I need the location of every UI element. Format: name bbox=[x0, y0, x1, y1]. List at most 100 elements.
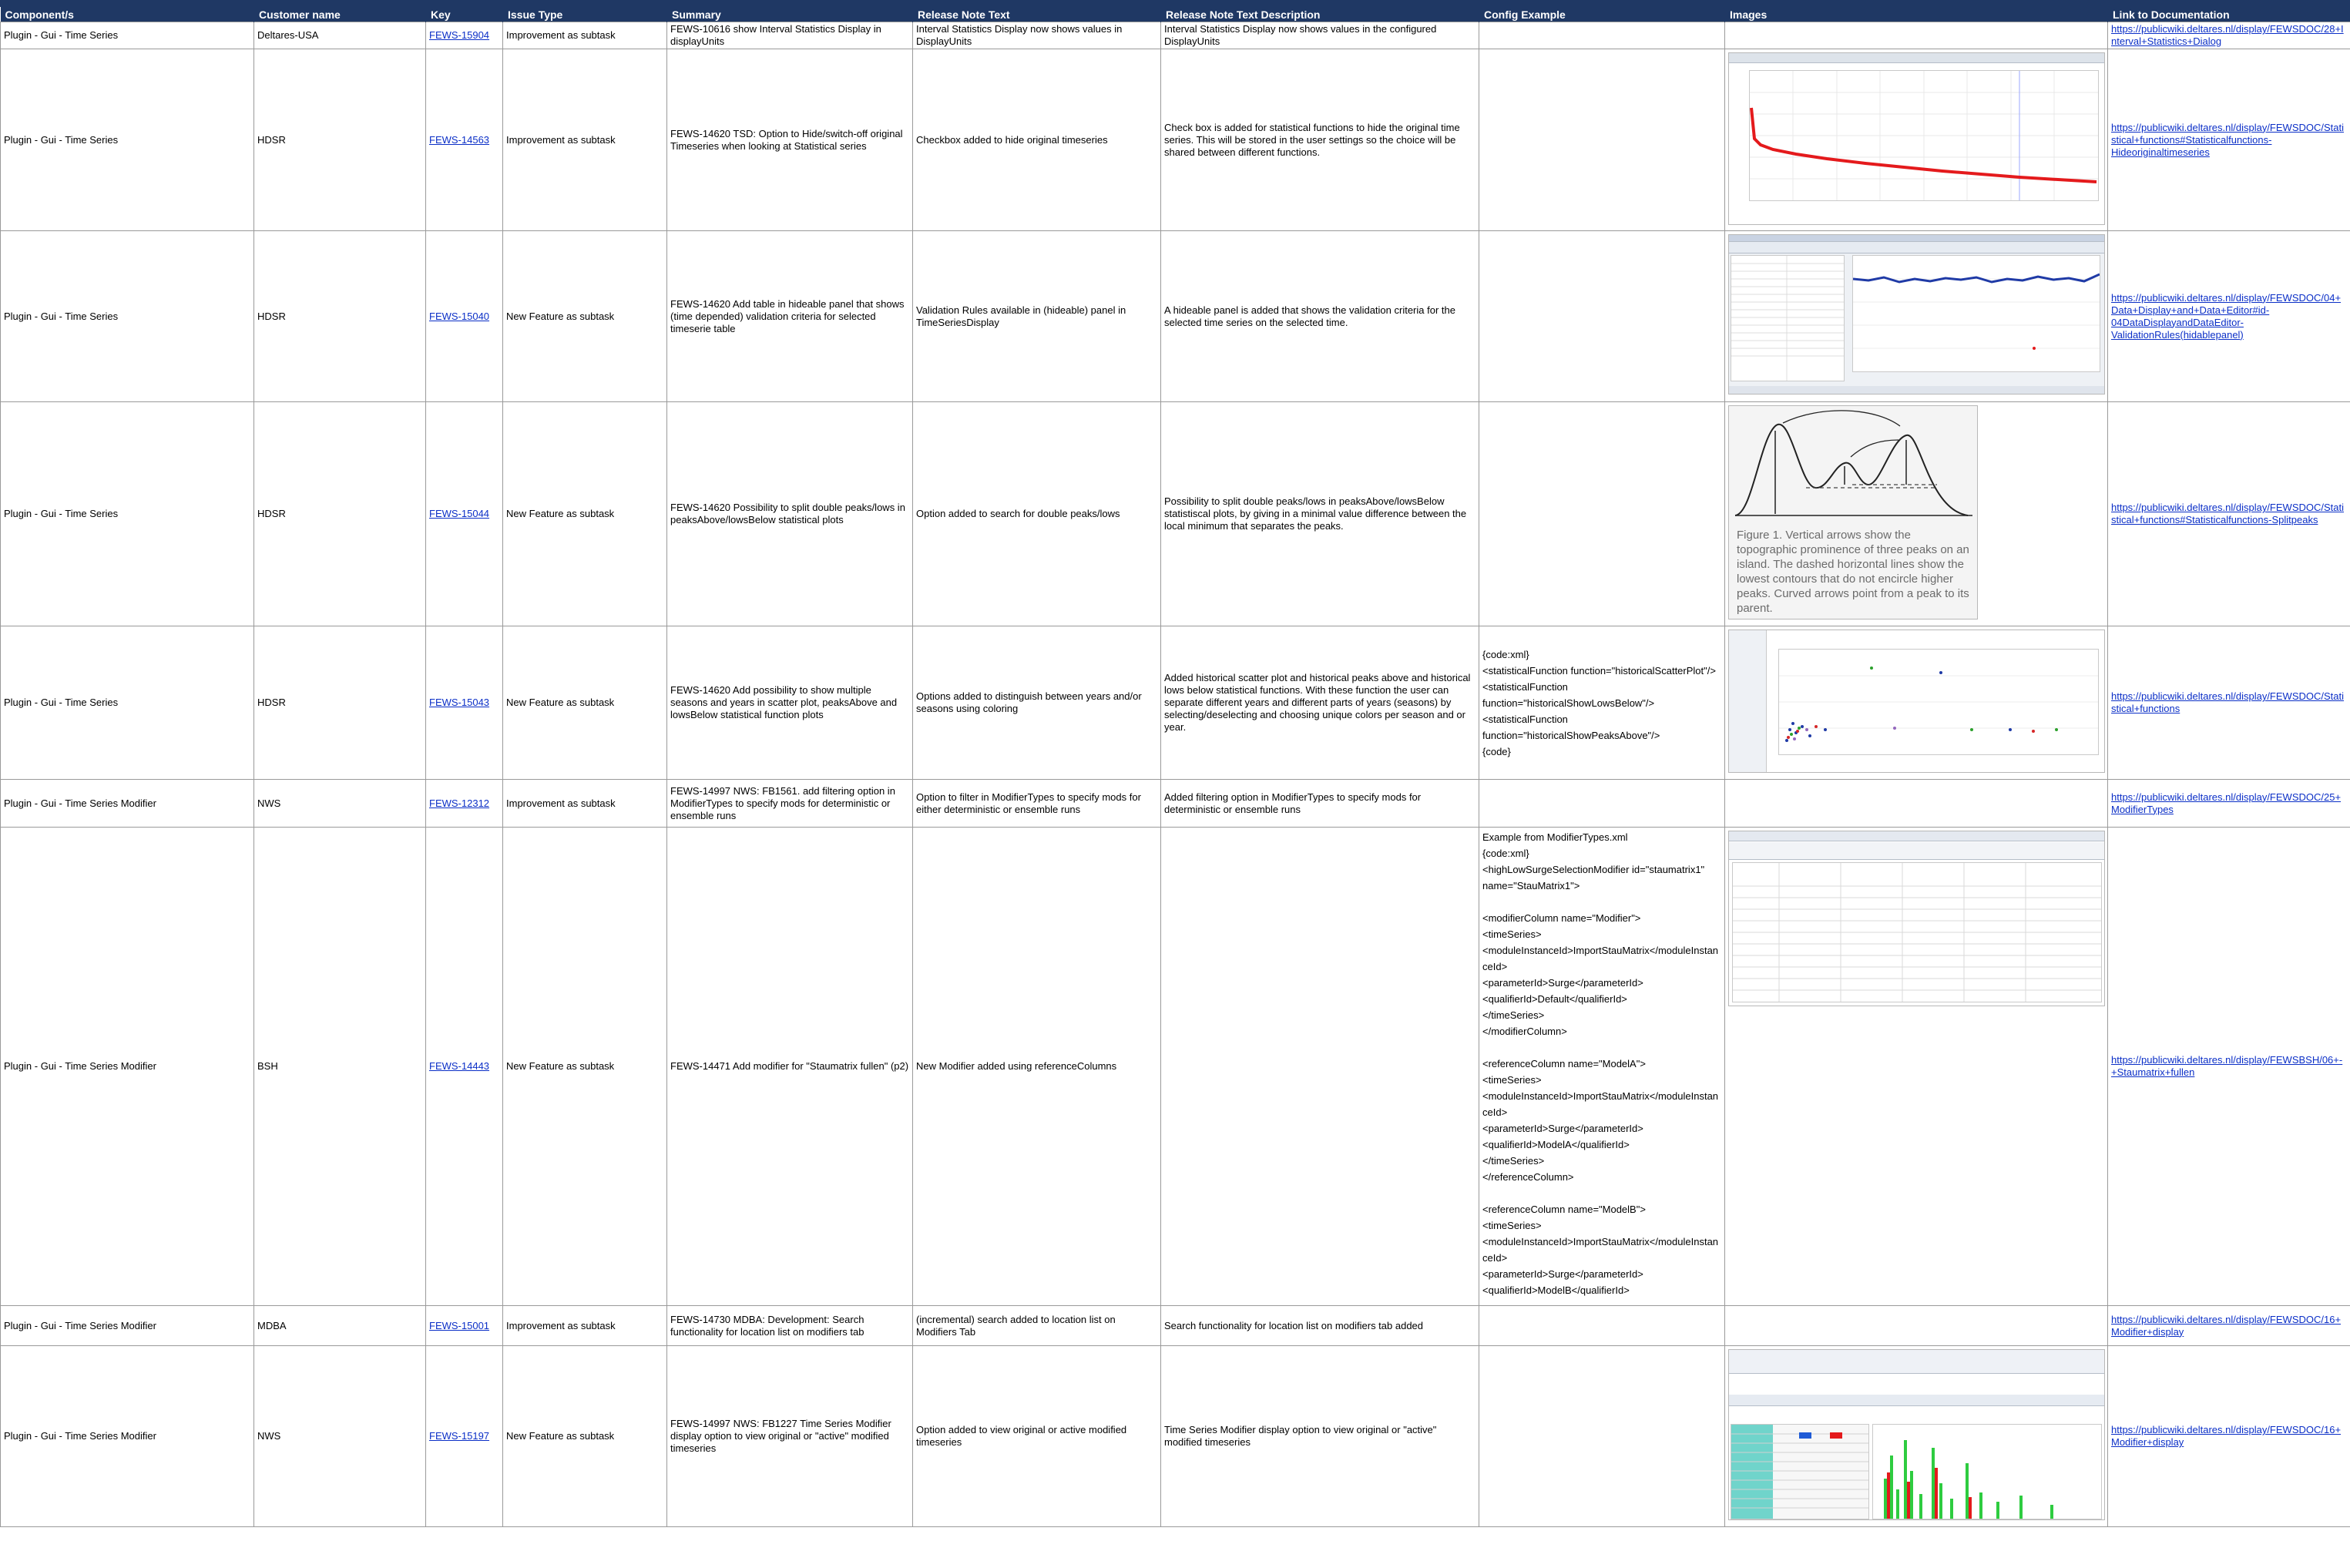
issue-key-link[interactable]: FEWS-15904 bbox=[429, 29, 489, 41]
cell-issue-type[interactable]: Improvement as subtask bbox=[502, 49, 667, 231]
cell-component[interactable]: Plugin - Gui - Time Series Modifier bbox=[0, 779, 254, 828]
cell-customer[interactable]: HDSR bbox=[253, 230, 426, 402]
cell-config[interactable] bbox=[1479, 1345, 1725, 1527]
documentation-link[interactable]: https://publicwiki.deltares.nl/display/F… bbox=[2111, 122, 2344, 158]
cell-summary[interactable]: FEWS-14620 Add table in hideable panel t… bbox=[666, 230, 913, 402]
cell-key[interactable]: FEWS-12312 bbox=[425, 779, 503, 828]
cell-key[interactable]: FEWS-15904 bbox=[425, 22, 503, 49]
cell-images[interactable] bbox=[1724, 230, 2108, 402]
cell-images[interactable] bbox=[1724, 827, 2108, 1306]
cell-link[interactable]: https://publicwiki.deltares.nl/display/F… bbox=[2107, 827, 2350, 1306]
cell-summary[interactable]: FEWS-14730 MDBA: Development: Search fun… bbox=[666, 1305, 913, 1346]
cell-summary[interactable]: FEWS-14997 NWS: FB1561. add filtering op… bbox=[666, 779, 913, 828]
header-issue-type[interactable]: Issue Type bbox=[502, 7, 667, 22]
cell-release-desc[interactable]: Check box is added for statistical funct… bbox=[1160, 49, 1479, 231]
cell-link[interactable]: https://publicwiki.deltares.nl/display/F… bbox=[2107, 49, 2350, 231]
cell-customer[interactable]: NWS bbox=[253, 779, 426, 828]
cell-release-note[interactable]: Validation Rules available in (hideable)… bbox=[912, 230, 1161, 402]
cell-customer[interactable]: HDSR bbox=[253, 626, 426, 780]
header-config[interactable]: Config Example bbox=[1479, 7, 1725, 22]
cell-link[interactable]: https://publicwiki.deltares.nl/display/F… bbox=[2107, 401, 2350, 626]
issue-key-link[interactable]: FEWS-12312 bbox=[429, 797, 489, 809]
cell-config[interactable] bbox=[1479, 49, 1725, 231]
documentation-link[interactable]: https://publicwiki.deltares.nl/display/F… bbox=[2111, 1314, 2341, 1338]
cell-release-note[interactable]: Option added to search for double peaks/… bbox=[912, 401, 1161, 626]
cell-images[interactable] bbox=[1724, 22, 2108, 49]
documentation-link[interactable]: https://publicwiki.deltares.nl/display/F… bbox=[2111, 791, 2341, 815]
cell-customer[interactable]: MDBA bbox=[253, 1305, 426, 1346]
cell-images[interactable]: Figure 1. Vertical arrows show the topog… bbox=[1724, 401, 2108, 626]
cell-summary[interactable]: FEWS-14620 Add possibility to show multi… bbox=[666, 626, 913, 780]
cell-config[interactable] bbox=[1479, 1305, 1725, 1346]
documentation-link[interactable]: https://publicwiki.deltares.nl/display/F… bbox=[2111, 690, 2344, 714]
cell-release-note[interactable]: Option added to view original or active … bbox=[912, 1345, 1161, 1527]
cell-key[interactable]: FEWS-15043 bbox=[425, 626, 503, 780]
cell-customer[interactable]: Deltares-USA bbox=[253, 22, 426, 49]
cell-component[interactable]: Plugin - Gui - Time Series Modifier bbox=[0, 827, 254, 1306]
issue-key-link[interactable]: FEWS-15001 bbox=[429, 1320, 489, 1331]
issue-key-link[interactable]: FEWS-15197 bbox=[429, 1430, 489, 1442]
cell-release-desc[interactable]: Possibility to split double peaks/lows i… bbox=[1160, 401, 1479, 626]
cell-key[interactable]: FEWS-15001 bbox=[425, 1305, 503, 1346]
cell-issue-type[interactable]: New Feature as subtask bbox=[502, 401, 667, 626]
cell-component[interactable]: Plugin - Gui - Time Series Modifier bbox=[0, 1345, 254, 1527]
documentation-link[interactable]: https://publicwiki.deltares.nl/display/F… bbox=[2111, 1054, 2342, 1078]
cell-config[interactable] bbox=[1479, 401, 1725, 626]
documentation-link[interactable]: https://publicwiki.deltares.nl/display/F… bbox=[2111, 1424, 2341, 1448]
cell-customer[interactable]: NWS bbox=[253, 1345, 426, 1527]
cell-release-desc[interactable] bbox=[1160, 827, 1479, 1306]
cell-component[interactable]: Plugin - Gui - Time Series bbox=[0, 22, 254, 49]
cell-customer[interactable]: HDSR bbox=[253, 49, 426, 231]
cell-issue-type[interactable]: New Feature as subtask bbox=[502, 626, 667, 780]
cell-link[interactable]: https://publicwiki.deltares.nl/display/F… bbox=[2107, 1305, 2350, 1346]
cell-config[interactable]: {code:xml} <statisticalFunction function… bbox=[1479, 626, 1725, 780]
cell-config[interactable]: Example from ModifierTypes.xml {code:xml… bbox=[1479, 827, 1725, 1306]
cell-release-desc[interactable]: Time Series Modifier display option to v… bbox=[1160, 1345, 1479, 1527]
cell-key[interactable]: FEWS-14563 bbox=[425, 49, 503, 231]
header-release-note[interactable]: Release Note Text bbox=[912, 7, 1161, 22]
header-component[interactable]: Component/s bbox=[0, 7, 254, 22]
cell-release-note[interactable]: Option to filter in ModifierTypes to spe… bbox=[912, 779, 1161, 828]
header-images[interactable]: Images bbox=[1724, 7, 2108, 22]
cell-images[interactable] bbox=[1724, 626, 2108, 780]
cell-release-desc[interactable]: Added filtering option in ModifierTypes … bbox=[1160, 779, 1479, 828]
cell-key[interactable]: FEWS-14443 bbox=[425, 827, 503, 1306]
documentation-link[interactable]: https://publicwiki.deltares.nl/display/F… bbox=[2111, 292, 2341, 341]
cell-release-desc[interactable]: Search functionality for location list o… bbox=[1160, 1305, 1479, 1346]
header-customer[interactable]: Customer name bbox=[253, 7, 426, 22]
cell-config[interactable] bbox=[1479, 230, 1725, 402]
cell-release-note[interactable]: Checkbox added to hide original timeseri… bbox=[912, 49, 1161, 231]
cell-component[interactable]: Plugin - Gui - Time Series bbox=[0, 401, 254, 626]
issue-key-link[interactable]: FEWS-15044 bbox=[429, 508, 489, 519]
cell-key[interactable]: FEWS-15044 bbox=[425, 401, 503, 626]
cell-summary[interactable]: FEWS-14620 Possibility to split double p… bbox=[666, 401, 913, 626]
header-summary[interactable]: Summary bbox=[666, 7, 913, 22]
cell-customer[interactable]: BSH bbox=[253, 827, 426, 1306]
cell-release-note[interactable]: Interval Statistics Display now shows va… bbox=[912, 22, 1161, 49]
cell-images[interactable] bbox=[1724, 1305, 2108, 1346]
cell-config[interactable] bbox=[1479, 779, 1725, 828]
cell-release-desc[interactable]: A hideable panel is added that shows the… bbox=[1160, 230, 1479, 402]
issue-key-link[interactable]: FEWS-14563 bbox=[429, 134, 489, 146]
cell-release-desc[interactable]: Interval Statistics Display now shows va… bbox=[1160, 22, 1479, 49]
issue-key-link[interactable]: FEWS-14443 bbox=[429, 1060, 489, 1072]
header-key[interactable]: Key bbox=[425, 7, 503, 22]
cell-issue-type[interactable]: New Feature as subtask bbox=[502, 230, 667, 402]
cell-release-note[interactable]: Options added to distinguish between yea… bbox=[912, 626, 1161, 780]
cell-images[interactable] bbox=[1724, 1345, 2108, 1527]
cell-component[interactable]: Plugin - Gui - Time Series bbox=[0, 230, 254, 402]
header-release-desc[interactable]: Release Note Text Description bbox=[1160, 7, 1479, 22]
cell-config[interactable] bbox=[1479, 22, 1725, 49]
cell-key[interactable]: FEWS-15197 bbox=[425, 1345, 503, 1527]
cell-link[interactable]: https://publicwiki.deltares.nl/display/F… bbox=[2107, 779, 2350, 828]
issue-key-link[interactable]: FEWS-15043 bbox=[429, 697, 489, 708]
cell-link[interactable]: https://publicwiki.deltares.nl/display/F… bbox=[2107, 22, 2350, 49]
cell-issue-type[interactable]: Improvement as subtask bbox=[502, 22, 667, 49]
documentation-link[interactable]: https://publicwiki.deltares.nl/display/F… bbox=[2111, 502, 2344, 525]
cell-release-note[interactable]: New Modifier added using referenceColumn… bbox=[912, 827, 1161, 1306]
cell-link[interactable]: https://publicwiki.deltares.nl/display/F… bbox=[2107, 626, 2350, 780]
cell-component[interactable]: Plugin - Gui - Time Series bbox=[0, 626, 254, 780]
cell-issue-type[interactable]: Improvement as subtask bbox=[502, 1305, 667, 1346]
cell-issue-type[interactable]: Improvement as subtask bbox=[502, 779, 667, 828]
cell-summary[interactable]: FEWS-14997 NWS: FB1227 Time Series Modif… bbox=[666, 1345, 913, 1527]
